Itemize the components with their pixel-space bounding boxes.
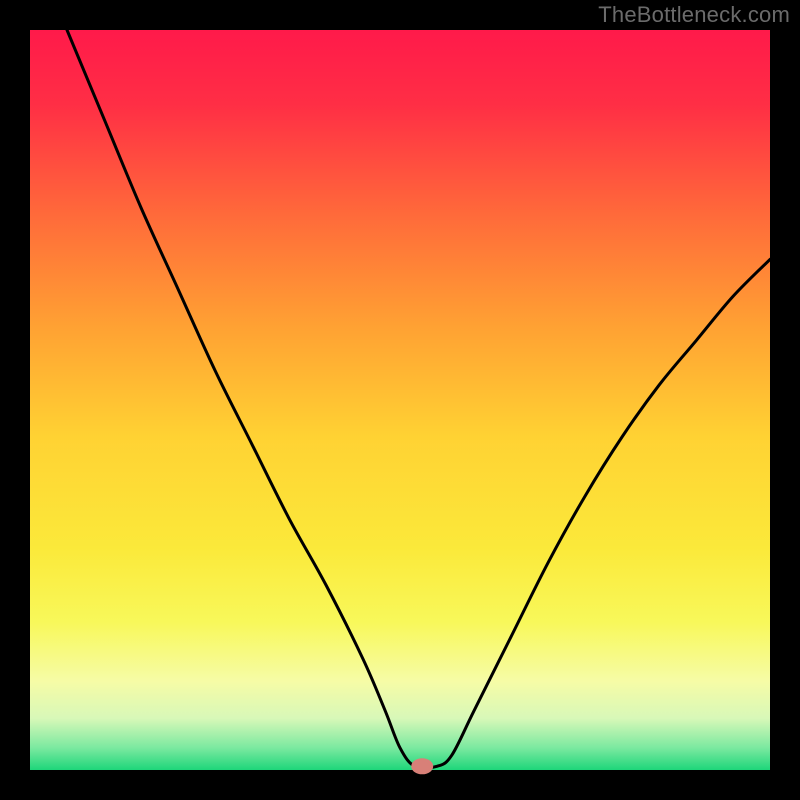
plot-background bbox=[30, 30, 770, 770]
watermark-text: TheBottleneck.com bbox=[598, 2, 790, 28]
optimum-marker bbox=[411, 758, 433, 774]
bottleneck-chart bbox=[0, 0, 800, 800]
chart-container: TheBottleneck.com bbox=[0, 0, 800, 800]
